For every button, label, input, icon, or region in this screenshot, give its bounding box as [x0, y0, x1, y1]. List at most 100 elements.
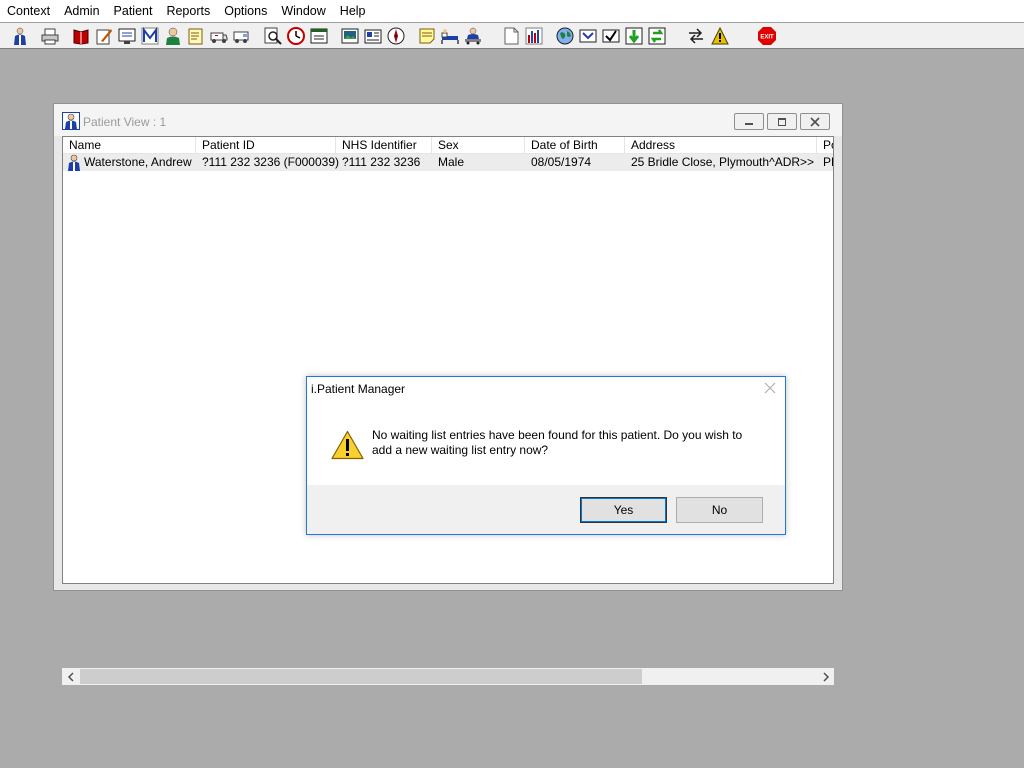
bar-chart-button[interactable] [523, 25, 545, 47]
column-header-dob[interactable]: Date of Birth [525, 137, 625, 154]
notes-button[interactable] [185, 25, 207, 47]
swap-arrows-button[interactable] [685, 25, 707, 47]
find-record-icon [264, 27, 282, 45]
compass-button[interactable] [385, 25, 407, 47]
chevron-right-icon [822, 671, 829, 682]
letter-m-icon [141, 27, 159, 45]
chart-edit-button[interactable] [93, 25, 115, 47]
warning-button[interactable] [709, 25, 731, 47]
menu-bar: Context Admin Patient Reports Options Wi… [0, 0, 1024, 22]
column-header-address[interactable]: Address [625, 137, 817, 154]
menu-reports[interactable]: Reports [159, 0, 217, 22]
notes-icon [188, 28, 203, 45]
warning-icon [331, 430, 364, 460]
cell-address: 25 Bridle Close, Plymouth^ADR>> [631, 155, 815, 169]
column-header-sex[interactable]: Sex [432, 137, 525, 154]
ambulance-icon [210, 32, 228, 43]
dialog-message: No waiting list entries have been found … [372, 428, 743, 457]
picture-button[interactable] [339, 25, 361, 47]
book-icon [73, 29, 89, 45]
patient-transfer-button[interactable] [462, 25, 484, 47]
cell-nhs-identifier: ?111 232 3236 [342, 155, 421, 169]
inbox-icon [579, 29, 597, 43]
letter-m-button[interactable] [139, 25, 161, 47]
patient-icon [62, 112, 80, 130]
book-button[interactable] [70, 25, 92, 47]
patient-icon [68, 154, 80, 171]
document-card-button[interactable] [362, 25, 384, 47]
list-header: Name Patient ID NHS Identifier Sex Date … [63, 137, 833, 154]
sticky-note-button[interactable] [416, 25, 438, 47]
doctor-icon [166, 27, 180, 45]
dialog-title: i.Patient Manager [311, 382, 406, 396]
transport-button[interactable] [231, 25, 253, 47]
green-refresh-icon [648, 27, 666, 45]
chevron-left-icon [67, 671, 74, 682]
exit-icon: EXIT [758, 27, 776, 45]
inbox-button[interactable] [577, 25, 599, 47]
clock-icon [287, 27, 305, 45]
horizontal-scrollbar[interactable] [62, 668, 834, 685]
window-title-bar[interactable]: Patient View : 1 [54, 104, 842, 136]
blank-page-button[interactable] [500, 25, 522, 47]
menu-admin[interactable]: Admin [57, 0, 106, 22]
menu-patient[interactable]: Patient [107, 0, 160, 22]
blank-page-icon [504, 27, 519, 45]
scroll-thumb[interactable] [80, 669, 642, 684]
table-row[interactable]: Waterstone, Andrew ?111 232 3236 (F00003… [63, 154, 833, 171]
scroll-right-button[interactable] [817, 668, 834, 685]
close-button[interactable] [800, 113, 830, 130]
globe-icon [556, 27, 574, 45]
scroll-left-button[interactable] [62, 668, 79, 685]
yes-button[interactable]: Yes [580, 497, 667, 523]
printer-button[interactable] [39, 25, 61, 47]
column-header-patient-id[interactable]: Patient ID [196, 137, 336, 154]
column-header-nhs-identifier[interactable]: NHS Identifier [336, 137, 432, 154]
no-button[interactable]: No [676, 497, 763, 523]
maximize-button[interactable] [767, 113, 797, 130]
exit-button[interactable]: EXIT [756, 25, 778, 47]
minimize-icon [745, 122, 753, 125]
document-card-icon [364, 29, 382, 44]
column-header-postcode[interactable]: Po [817, 137, 833, 154]
bed-icon [441, 29, 459, 44]
warning-icon [711, 27, 729, 45]
message-dialog: i.Patient Manager No waiting list entrie… [306, 376, 786, 535]
dialog-footer: Yes No [307, 485, 785, 534]
menu-help[interactable]: Help [333, 0, 373, 22]
chart-edit-icon [96, 29, 112, 45]
patient-search-icon [14, 27, 26, 45]
exit-label: EXIT [760, 35, 774, 41]
bar-chart-icon [525, 27, 543, 45]
column-header-name[interactable]: Name [63, 137, 196, 154]
tray-check-button[interactable] [600, 25, 622, 47]
doctor-button[interactable] [162, 25, 184, 47]
menu-context[interactable]: Context [0, 0, 57, 22]
bed-button[interactable] [439, 25, 461, 47]
list-window-button[interactable] [308, 25, 330, 47]
ambulance-button[interactable] [208, 25, 230, 47]
picture-icon [341, 28, 359, 44]
menu-window[interactable]: Window [274, 0, 332, 22]
toolbar: EXIT [0, 22, 1024, 49]
list-window-icon [310, 28, 328, 44]
cell-patient-id: ?111 232 3236 (F000039) [202, 155, 339, 169]
green-arrow-down-button[interactable] [623, 25, 645, 47]
minimize-button[interactable] [734, 113, 764, 130]
clock-button[interactable] [285, 25, 307, 47]
green-refresh-button[interactable] [646, 25, 668, 47]
cell-sex: Male [438, 155, 465, 169]
close-icon[interactable] [763, 381, 777, 395]
globe-button[interactable] [554, 25, 576, 47]
patient-search-button[interactable] [9, 25, 31, 47]
tray-check-icon [602, 29, 620, 43]
cell-dob: 08/05/1974 [531, 155, 592, 169]
swap-arrows-icon [689, 28, 703, 44]
find-record-button[interactable] [262, 25, 284, 47]
menu-options[interactable]: Options [217, 0, 274, 22]
cell-postcode: PL [823, 155, 833, 169]
monitor-list-button[interactable] [116, 25, 138, 47]
printer-icon [41, 28, 59, 45]
close-icon [810, 116, 820, 127]
monitor-list-icon [118, 28, 136, 44]
